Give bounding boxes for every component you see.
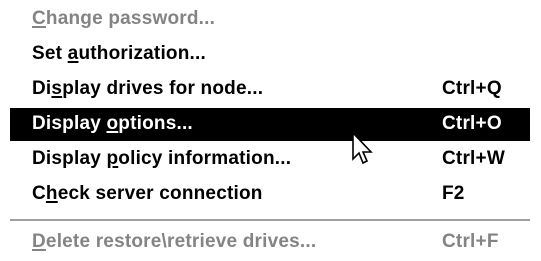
menu-item-check-server-connection[interactable]: Check server connection F2	[10, 178, 530, 211]
menu-item-display-drives-for-node[interactable]: Display drives for node... Ctrl+Q	[10, 73, 530, 106]
menu-item-label: Delete restore\retrieve drives...	[32, 231, 317, 252]
menu-item-label: Display policy information...	[32, 148, 292, 169]
menu-item-label: Check server connection	[32, 183, 263, 204]
menu-item-label: Display drives for node...	[32, 78, 264, 99]
menu-item-shortcut: Ctrl+O	[442, 113, 502, 134]
menu-item-label: Display options...	[32, 113, 193, 134]
menu-item-label: Change password...	[32, 8, 216, 29]
menu-item-delete-restore-retrieve-drives[interactable]: Delete restore\retrieve drives... Ctrl+F	[10, 226, 530, 259]
menu-item-shortcut: Ctrl+F	[442, 231, 499, 252]
menu-item-display-policy-information[interactable]: Display policy information... Ctrl+W	[10, 143, 530, 176]
menu-item-shortcut: Ctrl+W	[442, 148, 505, 169]
menu-item-display-options[interactable]: Display options... Ctrl+O	[10, 108, 530, 141]
menu-item-change-password[interactable]: Change password...	[10, 3, 530, 36]
menu-separator	[10, 219, 530, 222]
arrow-pointer-icon	[352, 132, 373, 165]
menu-item-set-authorization[interactable]: Set authorization...	[10, 38, 530, 71]
menu-item-shortcut: Ctrl+Q	[442, 78, 502, 99]
menu-item-label: Set authorization...	[32, 43, 206, 64]
menu-item-shortcut: F2	[442, 183, 465, 204]
context-menu: Change password... Set authorization... …	[0, 0, 541, 261]
